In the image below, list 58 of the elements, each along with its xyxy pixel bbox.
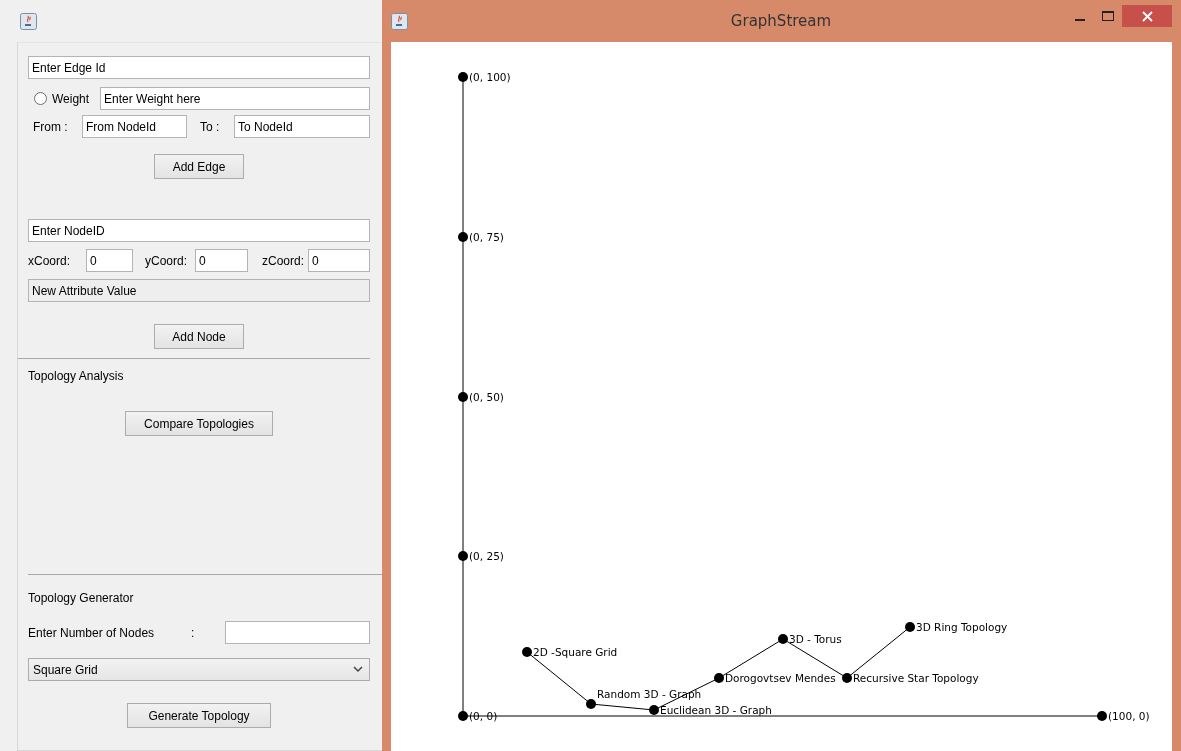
coord-label: xCoord:	[28, 253, 72, 268]
node[interactable]	[458, 72, 468, 82]
node[interactable]	[458, 392, 468, 402]
topology-dropdown[interactable]: Square Grid	[28, 658, 370, 681]
minimize-icon	[1075, 19, 1085, 21]
colon-label: :	[191, 625, 196, 640]
node-label: (0, 0)	[469, 710, 498, 722]
close-icon	[1141, 10, 1153, 22]
coord-label: yCoord:	[145, 253, 189, 268]
node[interactable]	[522, 647, 532, 657]
close-button[interactable]	[1122, 5, 1172, 27]
section-title: Topology Generator	[28, 591, 134, 605]
coord-label: zCoord:	[262, 253, 305, 268]
coord-field[interactable]: 0	[308, 249, 370, 272]
weight-label: Weight	[52, 91, 91, 106]
node-label: (0, 50)	[469, 391, 504, 403]
weight-radio[interactable]	[34, 92, 47, 105]
node[interactable]	[458, 232, 468, 242]
node-label: 2D -Square Grid	[533, 646, 618, 658]
nodes-count-label: Enter Number of Nodes	[28, 625, 156, 640]
node[interactable]	[649, 705, 659, 715]
to-field[interactable]: To NodeId	[234, 115, 370, 138]
node[interactable]	[842, 673, 852, 683]
chevron-down-icon	[353, 666, 363, 673]
node-label: (0, 100)	[469, 71, 511, 83]
from-label: From :	[33, 119, 69, 134]
node-label: (0, 75)	[469, 231, 504, 243]
node[interactable]	[458, 551, 468, 561]
weight-field[interactable]: Enter Weight here	[100, 87, 370, 110]
to-label: To :	[200, 119, 221, 134]
node-label: Dorogovtsev Mendes	[725, 672, 836, 684]
node-label: Euclidean 3D - Graph	[660, 704, 772, 716]
node[interactable]	[905, 622, 915, 632]
node[interactable]	[586, 699, 596, 709]
node-label: 3D Ring Topology	[916, 621, 1008, 633]
node-id-field[interactable]: Enter NodeID	[28, 219, 370, 242]
coord-field[interactable]: 0	[195, 249, 248, 272]
edge-id-field[interactable]: Enter Edge Id	[28, 56, 370, 79]
nodes-count-field[interactable]	[225, 621, 370, 644]
node[interactable]	[1097, 711, 1107, 721]
add-edge-button[interactable]: Add Edge	[154, 154, 244, 179]
java-cup-icon	[20, 12, 37, 30]
node[interactable]	[778, 634, 788, 644]
node-label: 3D - Torus	[789, 633, 842, 645]
from-field[interactable]: From NodeId	[82, 115, 187, 138]
java-cup-icon	[391, 12, 408, 30]
node[interactable]	[714, 673, 724, 683]
generate-topology-button[interactable]: Generate Topology	[127, 703, 271, 728]
maximize-icon	[1102, 11, 1114, 21]
node[interactable]	[458, 711, 468, 721]
section-title: Topology Analysis	[28, 369, 124, 383]
window-title: GraphStream	[729, 12, 833, 30]
node-label: (0, 25)	[469, 550, 504, 562]
node-label: (100, 0)	[1108, 710, 1150, 722]
coord-field[interactable]: 0	[86, 249, 133, 272]
add-node-button[interactable]: Add Node	[154, 324, 244, 349]
node-label: Recursive Star Topology	[853, 672, 979, 684]
compare-topologies-button[interactable]: Compare Topologies	[125, 411, 273, 436]
